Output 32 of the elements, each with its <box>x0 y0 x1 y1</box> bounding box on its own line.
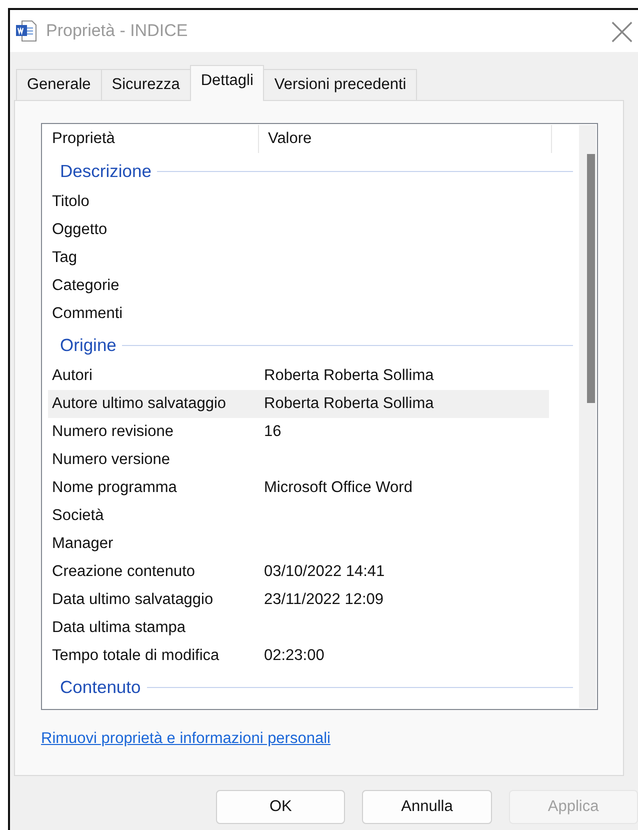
property-row[interactable]: Nome programma Microsoft Office Word <box>48 474 549 502</box>
remove-properties-link[interactable]: Rimuovi proprietà e informazioni personali <box>41 730 330 748</box>
column-header[interactable]: Proprietà <box>48 125 259 153</box>
tab[interactable]: Dettagli <box>190 65 264 101</box>
property-row[interactable]: Autore ultimo salvataggio Roberta Roberta Sollima <box>48 390 549 418</box>
property-row[interactable]: Numero versione <box>48 446 549 474</box>
property-row[interactable]: Autori Roberta Roberta Sollima <box>48 362 549 390</box>
property-row[interactable]: Oggetto <box>48 216 549 244</box>
property-row[interactable]: Società <box>48 502 549 530</box>
close-icon[interactable] <box>610 20 634 44</box>
group-header: Contenuto <box>60 676 141 698</box>
property-row[interactable]: Data ultimo salvataggio 23/11/2022 12:09 <box>48 586 549 614</box>
dialog-button[interactable]: OK <box>216 790 346 824</box>
scrollbar-thumb[interactable] <box>587 154 595 403</box>
group-header: Origine <box>60 334 116 356</box>
dialog-button[interactable]: Annulla <box>362 790 492 824</box>
tab[interactable]: Generale <box>16 69 102 100</box>
property-row[interactable]: Creazione contenuto 03/10/2022 14:41 <box>48 558 549 586</box>
group-header: Descrizione <box>60 160 152 182</box>
scrollbar[interactable] <box>579 125 596 708</box>
property-row[interactable]: Commenti <box>48 300 549 328</box>
property-row[interactable]: Manager <box>48 530 549 558</box>
window-title: Proprietà - INDICE <box>46 21 188 41</box>
property-row[interactable]: Categorie <box>48 272 549 300</box>
column-header[interactable]: Valore <box>259 125 552 153</box>
tab[interactable]: Versioni precedenti <box>263 69 418 100</box>
property-row[interactable]: Tag <box>48 244 549 272</box>
document-icon <box>14 19 38 43</box>
property-row[interactable]: Data ultima stampa <box>48 614 549 642</box>
property-row[interactable]: Tempo totale di modifica 02:23:00 <box>48 642 549 670</box>
property-row[interactable]: Numero revisione 16 <box>48 418 549 446</box>
property-row[interactable]: Titolo <box>48 188 549 216</box>
